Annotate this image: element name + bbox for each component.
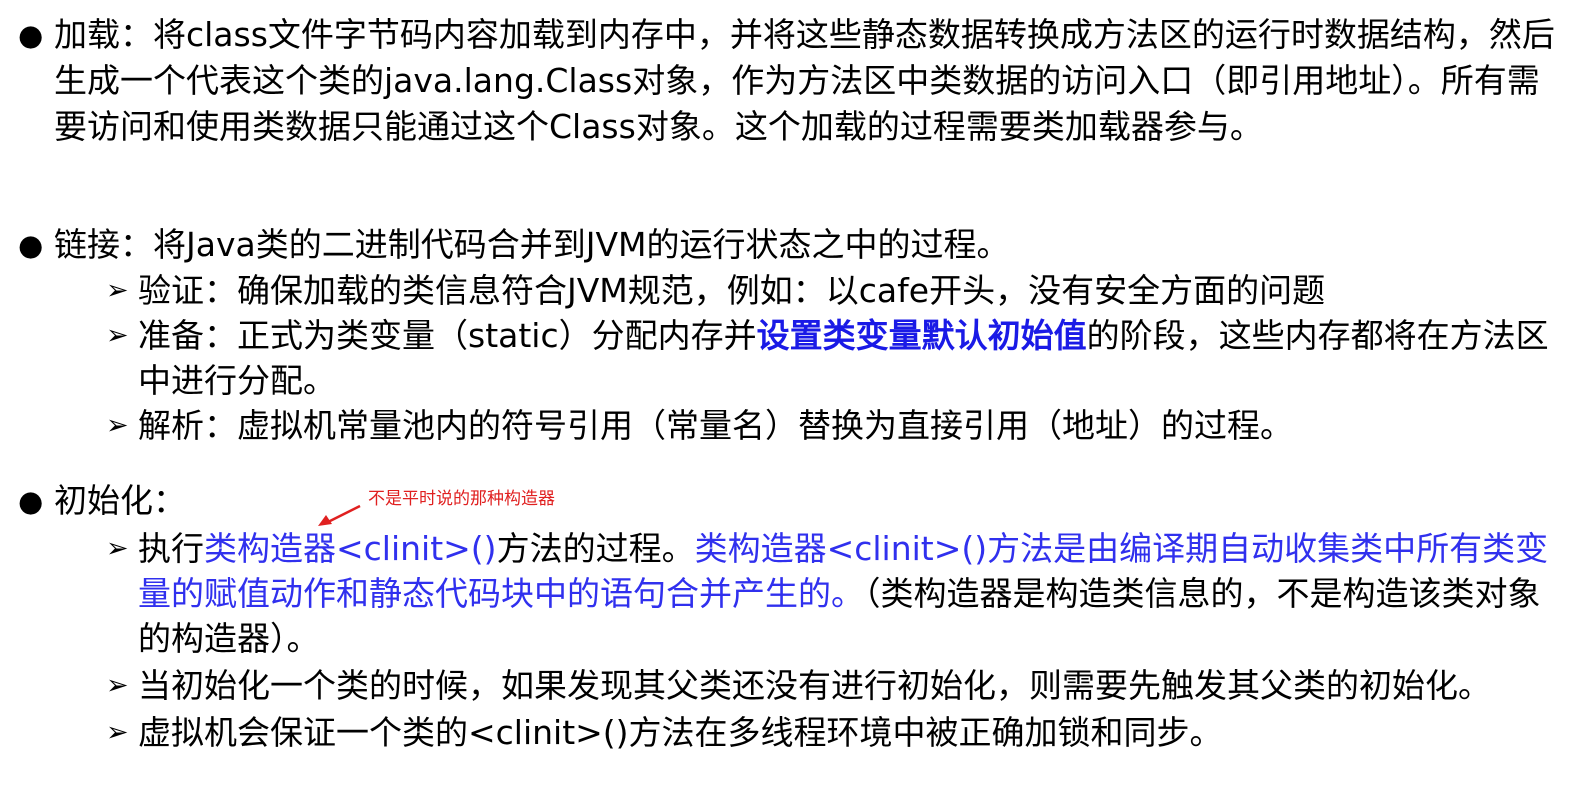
- prepare-highlight: 设置类变量默认初始值: [756, 316, 1087, 355]
- arrow-marker-icon: ➢: [106, 275, 129, 306]
- bullet-icon: ●: [18, 228, 44, 262]
- linking-text: 将Java类的二进制代码合并到JVM的运行状态之中的过程。: [153, 225, 1010, 264]
- verify-text: 验证：确保加载的类信息符合JVM规范，例如：以cafe开头，没有安全方面的问题: [138, 271, 1326, 310]
- bullet-icon: ●: [18, 18, 44, 52]
- init-item-sync: ➢ 虚拟机会保证一个类的<clinit>()方法在多线程环境中被正确加锁和同步。: [18, 710, 1558, 755]
- document-page: ● 加载：将class文件字节码内容加载到内存中，并将这些静态数据转换成方法区的…: [0, 0, 1589, 811]
- linking-paragraph: ● 链接：将Java类的二进制代码合并到JVM的运行状态之中的过程。: [18, 222, 1558, 268]
- clinit-highlight-1: 类构造器<clinit>(): [204, 529, 497, 568]
- prepare-text-before: 准备：正式为类变量（static）分配内存并: [138, 316, 757, 355]
- init-item-parent: ➢ 当初始化一个类的时候，如果发现其父类还没有进行初始化，则需要先触发其父类的初…: [18, 663, 1558, 708]
- arrow-marker-icon: ➢: [106, 717, 129, 748]
- clinit-text-before: 执行: [138, 529, 204, 568]
- section-loading: ● 加载：将class文件字节码内容加载到内存中，并将这些静态数据转换成方法区的…: [18, 12, 1558, 150]
- annotation-note: 不是平时说的那种构造器: [368, 489, 555, 509]
- clinit-text-middle: 方法的过程。: [496, 529, 695, 568]
- resolve-text: 解析：虚拟机常量池内的符号引用（常量名）替换为直接引用（地址）的过程。: [138, 406, 1293, 445]
- arrow-marker-icon: ➢: [106, 410, 129, 441]
- init-paragraph: ● 初始化：: [18, 478, 1558, 524]
- loading-label: 加载：: [54, 15, 153, 54]
- arrow-marker-icon: ➢: [106, 670, 129, 701]
- init-label: 初始化：: [54, 481, 186, 520]
- arrow-marker-icon: ➢: [106, 320, 129, 351]
- bullet-icon: ●: [18, 484, 44, 518]
- annotation-arrow-icon: [318, 504, 361, 526]
- sync-text: 虚拟机会保证一个类的<clinit>()方法在多线程环境中被正确加锁和同步。: [138, 713, 1223, 752]
- arrow-marker-icon: ➢: [106, 533, 129, 564]
- init-item-clinit: ➢ 执行类构造器<clinit>()方法的过程。类构造器<clinit>()方法…: [18, 526, 1558, 661]
- linking-item-verify: ➢ 验证：确保加载的类信息符合JVM规范，例如：以cafe开头，没有安全方面的问…: [18, 268, 1558, 313]
- linking-item-prepare: ➢ 准备：正式为类变量（static）分配内存并设置类变量默认初始值的阶段，这些…: [18, 313, 1558, 403]
- loading-text: 将class文件字节码内容加载到内存中，并将这些静态数据转换成方法区的运行时数据…: [54, 15, 1555, 146]
- parent-init-text: 当初始化一个类的时候，如果发现其父类还没有进行初始化，则需要先触发其父类的初始化…: [138, 666, 1491, 705]
- linking-label: 链接：: [54, 225, 153, 264]
- section-linking: ● 链接：将Java类的二进制代码合并到JVM的运行状态之中的过程。 ➢ 验证：…: [18, 222, 1558, 448]
- loading-paragraph: ● 加载：将class文件字节码内容加载到内存中，并将这些静态数据转换成方法区的…: [18, 12, 1558, 150]
- linking-item-resolve: ➢ 解析：虚拟机常量池内的符号引用（常量名）替换为直接引用（地址）的过程。: [18, 403, 1558, 448]
- section-initialization: ● 初始化： ➢ 执行类构造器<clinit>()方法的过程。类构造器<clin…: [18, 478, 1558, 755]
